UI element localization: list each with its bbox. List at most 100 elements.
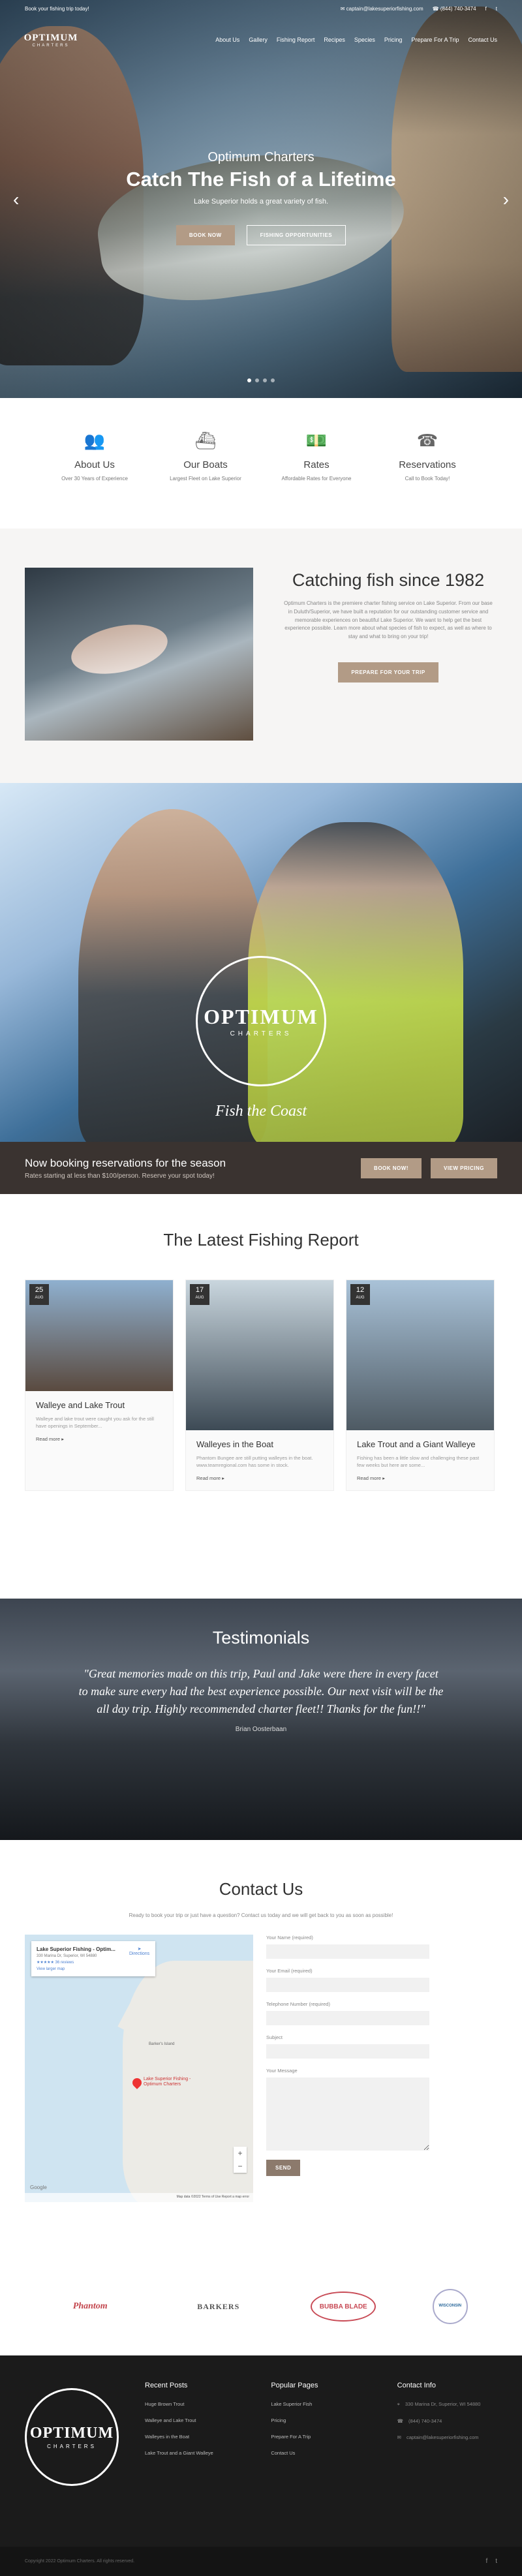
topbar-email-link[interactable]: ✉ captain@lakesuperiorfishing.com — [341, 6, 423, 12]
nav-item-prepare[interactable]: Prepare For A Trip — [411, 37, 459, 43]
email-label: Your Email (required) — [266, 1968, 313, 1974]
feature-boats[interactable]: ⛴ Our Boats Largest Fleet on Lake Superi… — [157, 431, 254, 529]
map-footer: Map data ©2022 Terms of Use Report a map… — [25, 2193, 253, 2202]
report-card[interactable]: 25 AUG Walleye and Lake Trout Walleye and… — [25, 1280, 174, 1492]
slider-dot[interactable] — [247, 378, 251, 382]
footer-link[interactable]: Huge Brown Trout — [145, 2401, 245, 2407]
hero-fishing-opportunities-button[interactable]: FISHING OPPORTUNITIES — [246, 225, 346, 245]
footer-link[interactable]: Lake Superior Fish — [271, 2401, 371, 2407]
facebook-icon[interactable]: f — [485, 6, 487, 12]
booking-view-pricing-button[interactable]: VIEW PRICING — [430, 1158, 497, 1178]
report-title: The Latest Fishing Report — [163, 1230, 359, 1250]
banner-section: OPTIMUM CHARTERS Fish the Coast — [0, 783, 522, 1142]
map-directions-link[interactable]: ➤ Directions — [129, 1946, 149, 1956]
topbar-phone-link[interactable]: ☎ (844) 740-3474 — [433, 6, 476, 12]
about-photo — [25, 568, 253, 741]
contact-section: Contact Us Ready to book your trip or ju… — [0, 1840, 522, 2258]
testimonial-author: Brian Oosterbaan — [235, 1726, 287, 1733]
report-card-title[interactable]: Walleye and Lake Trout — [25, 1391, 173, 1411]
read-more-link[interactable]: Read more ▸ — [25, 1430, 173, 1442]
footer: OPTIMUM CHARTERS Recent Posts Huge Brown… — [0, 2355, 522, 2547]
slider-dots — [0, 378, 522, 382]
send-button[interactable]: SEND — [266, 2160, 301, 2176]
feature-about[interactable]: 👥 About Us Over 30 Years of Experience — [46, 431, 144, 529]
about-text: Optimum Charters is the premiere charter… — [284, 600, 493, 640]
google-logo: Google — [30, 2185, 47, 2190]
name-field[interactable] — [266, 1944, 429, 1959]
banner-tagline: Fish the Coast — [215, 1103, 307, 1120]
booking-book-now-button[interactable]: BOOK NOW! — [361, 1158, 422, 1178]
twitter-icon[interactable]: t — [495, 2558, 497, 2565]
read-more-link[interactable]: Read more ▸ — [346, 1469, 494, 1481]
footer-logo[interactable]: OPTIMUM CHARTERS — [25, 2388, 119, 2486]
footer-link[interactable]: Walleyes in the Boat — [145, 2434, 245, 2440]
view-larger-map-link[interactable]: View larger map — [37, 1967, 150, 1971]
sponsors-section: Phantom BARKERS BUBBA BLADE WISCONSIN — [0, 2258, 522, 2355]
phone-label: Telephone Number (required) — [266, 2001, 330, 2007]
nav-menu: About Us Gallery Fishing Report Recipes … — [215, 37, 497, 43]
footer-popular-pages: Popular Pages Lake Superior Fish Pricing… — [271, 2382, 371, 2547]
map-pin-label: Lake Superior Fishing - Optimum Charters — [144, 2077, 191, 2087]
footer-link[interactable]: Lake Trout and a Giant Walleye — [145, 2450, 245, 2456]
message-label: Your Message — [266, 2068, 298, 2074]
banner-logo: OPTIMUM CHARTERS — [196, 956, 326, 1086]
boat-icon: ⛴ — [194, 431, 217, 450]
directions-icon: ➤ — [137, 1947, 142, 1952]
nav-item-pricing[interactable]: Pricing — [384, 37, 403, 43]
hero-title: Catch The Fish of a Lifetime — [126, 168, 396, 191]
google-map[interactable]: Lake Superior Fishing - Optim... 330 Mar… — [25, 1935, 253, 2202]
site-logo[interactable]: OPTIMUM CHARTERS — [24, 27, 78, 53]
message-field[interactable] — [266, 2078, 429, 2151]
testimonials-section: Testimonials "Great memories made on thi… — [0, 1599, 522, 1840]
footer-link[interactable]: Pricing — [271, 2417, 371, 2423]
report-card-image[interactable]: 25 AUG — [25, 1280, 173, 1391]
report-card-image[interactable]: 17 AUG — [186, 1280, 333, 1430]
twitter-icon[interactable]: t — [496, 6, 497, 12]
footer-email[interactable]: captain@lakesuperiorfishing.com — [407, 2434, 479, 2440]
footer-contact-info: Contact Info ⌖ 330 Marina Dr, Superior, W… — [397, 2382, 481, 2440]
hero-brand: Optimum Charters — [207, 150, 315, 164]
email-field[interactable] — [266, 1978, 429, 1992]
copyright-bar: Copyright 2022 Optimum Charters. All rig… — [0, 2547, 522, 2576]
slider-dot[interactable] — [271, 378, 275, 382]
report-card-image[interactable]: 12 AUG — [346, 1280, 494, 1430]
slider-dot[interactable] — [263, 378, 267, 382]
report-card-date: 17 AUG — [190, 1284, 209, 1305]
copyright-text: Copyright 2022 Optimum Charters. All rig… — [25, 2559, 135, 2564]
facebook-icon[interactable]: f — [485, 2558, 487, 2565]
map-zoom-in-button[interactable]: + — [234, 2147, 247, 2160]
phone-field[interactable] — [266, 2011, 429, 2025]
report-card-title[interactable]: Walleyes in the Boat — [186, 1430, 333, 1450]
slider-dot[interactable] — [255, 378, 259, 382]
subject-field[interactable] — [266, 2044, 429, 2059]
nav-item-contact[interactable]: Contact Us — [468, 37, 497, 43]
nav-item-about[interactable]: About Us — [215, 37, 239, 43]
feature-rates[interactable]: 💵 Rates Affordable Rates for Everyone — [268, 431, 365, 529]
sponsor-logo-phantom[interactable]: Phantom — [54, 2289, 126, 2325]
map-zoom-out-button[interactable]: − — [234, 2160, 247, 2173]
footer-link[interactable]: Prepare For A Trip — [271, 2434, 371, 2440]
sponsor-logo-bubba-blade[interactable]: BUBBA BLADE — [311, 2292, 376, 2322]
footer-link[interactable]: Contact Us — [271, 2450, 371, 2456]
footer-phone[interactable]: (844) 740-3474 — [408, 2418, 442, 2424]
sponsor-logo-barkers[interactable]: BARKERS — [183, 2289, 254, 2325]
hero-text: Optimum Charters Catch The Fish of a Lif… — [0, 150, 522, 206]
map-reviews[interactable]: ★★★★★ 36 reviews — [37, 1960, 150, 1965]
report-card[interactable]: 12 AUG Lake Trout and a Giant Walleye Fis… — [346, 1280, 495, 1492]
report-card-excerpt: Walleye and lake trout were caught you a… — [36, 1415, 155, 1430]
nav-item-species[interactable]: Species — [354, 37, 375, 43]
read-more-link[interactable]: Read more ▸ — [186, 1469, 333, 1481]
hero-book-now-button[interactable]: BOOK NOW — [176, 225, 235, 245]
prepare-trip-button[interactable]: PREPARE FOR YOUR TRIP — [338, 662, 438, 682]
feature-reservations[interactable]: ☎ Reservations Call to Book Today! — [378, 431, 476, 529]
money-icon: 💵 — [305, 431, 328, 450]
about-title: Catching fish since 1982 — [292, 570, 485, 590]
name-label: Your Name (required) — [266, 1935, 313, 1940]
report-card[interactable]: 17 AUG Walleyes in the Boat Phantom Bunge… — [185, 1280, 334, 1492]
sponsor-logo-wisconsin[interactable]: WISCONSIN — [432, 2289, 468, 2324]
nav-item-fishing-report[interactable]: Fishing Report — [277, 37, 315, 43]
nav-item-recipes[interactable]: Recipes — [324, 37, 345, 43]
footer-link[interactable]: Walleye and Lake Trout — [145, 2417, 245, 2423]
report-card-title[interactable]: Lake Trout and a Giant Walleye — [346, 1430, 494, 1450]
nav-item-gallery[interactable]: Gallery — [249, 37, 268, 43]
